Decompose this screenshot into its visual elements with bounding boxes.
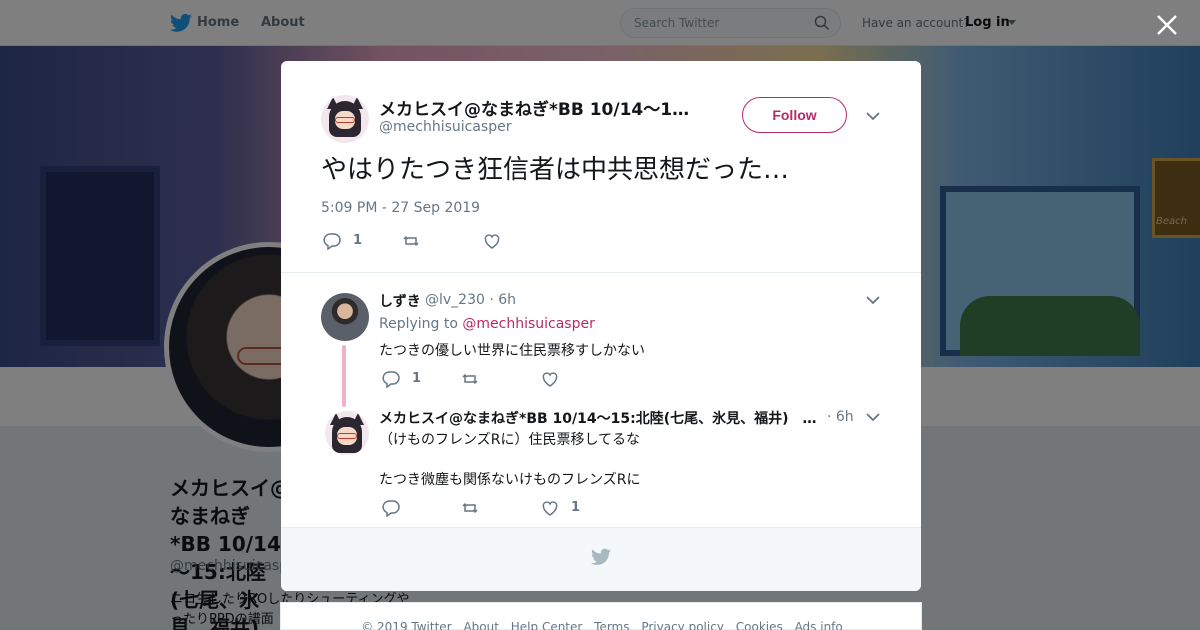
like-action[interactable] — [483, 232, 528, 250]
like-count: 1 — [571, 500, 581, 515]
chevron-down-icon[interactable] — [866, 111, 880, 121]
reply-icon[interactable] — [382, 499, 400, 517]
retweet-action[interactable] — [402, 232, 447, 250]
reply-author-avatar[interactable] — [321, 293, 369, 341]
reply-icon[interactable] — [323, 232, 341, 250]
reply-time[interactable]: · 6h — [827, 409, 854, 425]
heart-icon[interactable] — [483, 232, 501, 250]
retweet-icon[interactable] — [402, 232, 420, 250]
heart-icon[interactable] — [541, 499, 559, 517]
author-name[interactable]: メカヒスイ@なまねぎ*BB 10/14～15:北陸(七尾、氷見、福井) — [379, 95, 694, 120]
retweet-icon[interactable] — [461, 370, 479, 388]
reply-text: たつき微塵も関係ないけものフレンズRに — [379, 472, 641, 488]
close-icon[interactable] — [1154, 12, 1180, 38]
follow-button[interactable]: Follow — [742, 97, 847, 133]
reply-author-name[interactable]: メカヒスイ@なまねぎ*BB 10/14～15:北陸(七尾、氷見、福井) 11/7… — [379, 408, 819, 428]
page-footer: © 2019 Twitter About Help Center Terms P… — [280, 602, 922, 630]
reply-action[interactable]: 1 — [382, 370, 427, 388]
reply-action[interactable] — [382, 499, 427, 517]
retweet-icon[interactable] — [461, 499, 479, 517]
modal-footer — [281, 527, 921, 591]
replying-to-mention[interactable]: @mechhisuicasper — [462, 316, 594, 332]
reply-text: （けものフレンズRに）住民票移してるな — [379, 432, 641, 448]
footer-link-terms[interactable]: Terms — [594, 620, 629, 630]
footer-link-about[interactable]: About — [463, 620, 498, 630]
author-avatar[interactable] — [321, 95, 369, 143]
tweet-modal: メカヒスイ@なまねぎ*BB 10/14～15:北陸(七尾、氷見、福井) @mec… — [281, 61, 921, 591]
reply-time[interactable]: 6h — [498, 292, 516, 308]
chevron-down-icon[interactable] — [866, 412, 880, 422]
chevron-down-icon[interactable] — [866, 295, 880, 305]
replying-to-line: Replying to @mechhisuicasper — [379, 316, 595, 332]
footer-copyright: © 2019 Twitter — [361, 620, 452, 630]
retweet-action[interactable] — [461, 499, 506, 517]
like-action[interactable] — [541, 370, 586, 388]
twitter-bird-icon — [591, 548, 611, 565]
divider — [281, 272, 921, 273]
avatar-glasses — [337, 433, 357, 439]
reply-count: 1 — [353, 233, 363, 248]
footer-links: © 2019 Twitter About Help Center Terms P… — [281, 620, 923, 630]
reply-text: たつきの優しい世界に住民票移すしかない — [379, 343, 645, 359]
thread-connector-line — [342, 345, 346, 407]
tweet-text: やはりたつき狂信者は中共思想だった… — [321, 155, 790, 185]
footer-link-privacy[interactable]: Privacy policy — [641, 620, 724, 630]
tweet-timestamp[interactable]: 5:09 PM - 27 Sep 2019 — [321, 200, 480, 216]
replying-to-prefix: Replying to — [379, 316, 458, 332]
footer-link-help-center[interactable]: Help Center — [511, 620, 583, 630]
footer-link-ads-info[interactable]: Ads info — [795, 620, 843, 630]
avatar-glasses — [335, 117, 355, 123]
reply-icon[interactable] — [382, 370, 400, 388]
heart-icon[interactable] — [541, 370, 559, 388]
reply-author-handle[interactable]: @lv_230 — [425, 292, 485, 308]
reply-action[interactable]: 1 — [323, 232, 368, 250]
reply-count: 1 — [412, 371, 422, 386]
author-handle[interactable]: @mechhisuicasper — [379, 119, 511, 135]
reply-author-avatar[interactable] — [325, 411, 369, 455]
reply-meta: @lv_230 · 6h — [425, 292, 517, 308]
footer-link-cookies[interactable]: Cookies — [736, 620, 783, 630]
like-action[interactable]: 1 — [541, 499, 586, 517]
reply-author-name[interactable]: しずき — [379, 291, 421, 311]
retweet-action[interactable] — [461, 370, 506, 388]
